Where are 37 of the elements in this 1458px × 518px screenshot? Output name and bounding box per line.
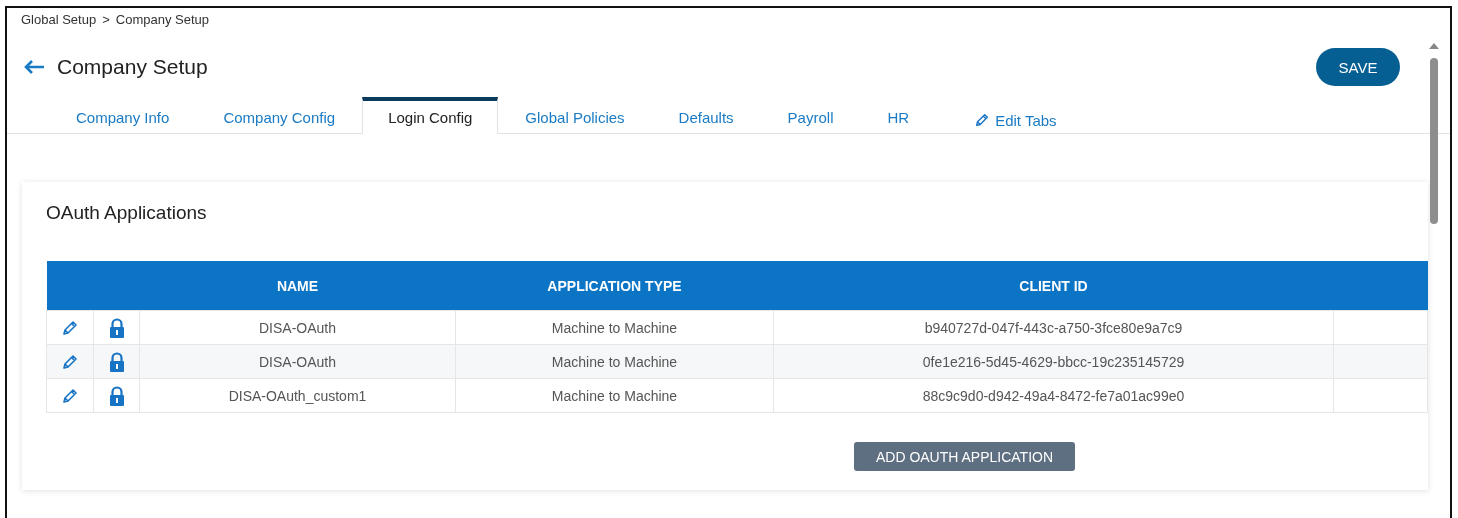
page-title: Company Setup (57, 55, 209, 79)
pencil-icon[interactable] (61, 352, 79, 371)
tab[interactable]: Company Info (49, 100, 197, 134)
back-arrow-icon[interactable] (23, 59, 45, 75)
column-header: CLIENT ID (1019, 277, 1088, 294)
add-application-button[interactable]: ADD OAUTH APPLICATION (853, 442, 1076, 471)
card-title: OAuth Applications (46, 202, 207, 224)
table-cell: DISA-OAuth_custom1 (139, 378, 456, 413)
tab[interactable]: HR (860, 100, 937, 134)
table-cell: Machine to Machine (455, 344, 774, 379)
column-header: NAME (276, 277, 319, 294)
table-cell: Machine to Machine (455, 310, 774, 345)
pencil-icon (974, 112, 991, 128)
table-cell: DISA-OAuth (139, 310, 456, 345)
scrollbar-thumb[interactable] (1430, 58, 1438, 224)
edit-tabs-link[interactable]: Edit Tabs (968, 105, 1063, 135)
pencil-icon[interactable] (61, 386, 79, 405)
column-header: APPLICATION TYPE (547, 277, 682, 294)
lock-icon[interactable] (108, 317, 125, 338)
breadcrumb-item[interactable]: Global Setup (21, 12, 97, 32)
breadcrumb-separator: > (102, 12, 110, 29)
lock-icon[interactable] (108, 351, 125, 372)
lock-icon[interactable] (108, 385, 125, 406)
save-button[interactable]: SAVE (1316, 48, 1400, 86)
table-cell: 88c9c9d0-d942-49a4-8472-fe7a01ac99e0 (773, 378, 1334, 413)
table-cell: 0fe1e216-5d45-4629-bbcc-19c235145729 (773, 344, 1334, 379)
table-cell: DISA-OAuth (139, 344, 456, 379)
tab[interactable]: Global Policies (498, 100, 652, 134)
table-cell: Machine to Machine (455, 378, 774, 413)
tab[interactable]: Payroll (760, 100, 861, 134)
tab[interactable]: Defaults (651, 100, 761, 134)
scroll-up-arrow-icon[interactable] (1429, 42, 1439, 50)
breadcrumb-item[interactable]: Company Setup (115, 12, 209, 32)
table-cell: b940727d-047f-443c-a750-3fce80e9a7c9 (773, 310, 1334, 345)
tab[interactable]: Login Config (362, 97, 499, 134)
pencil-icon[interactable] (61, 318, 79, 337)
tab[interactable]: Company Config (196, 100, 363, 134)
